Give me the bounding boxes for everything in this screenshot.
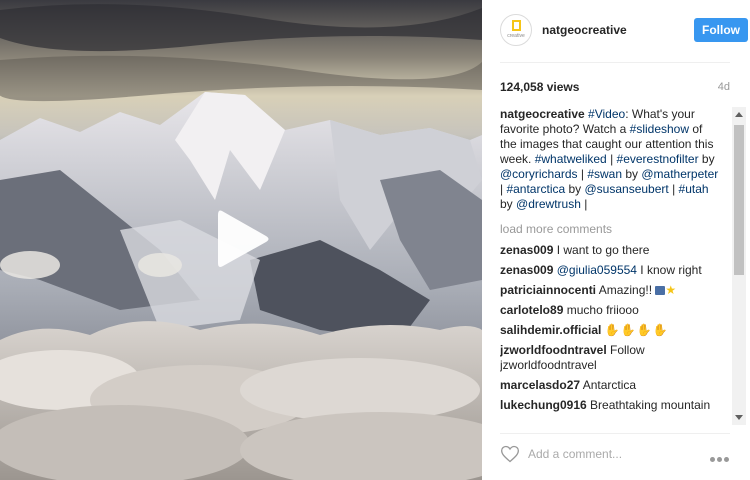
post-header: creative natgeocreative Follow: [500, 14, 748, 48]
comment-item: patriciainnocenti Amazing!! ★: [500, 283, 722, 298]
load-more-comments-link[interactable]: load more comments: [500, 222, 722, 237]
scroll-up-icon[interactable]: [735, 112, 743, 117]
caption-link[interactable]: @susanseubert: [585, 182, 669, 196]
caption-text: by: [565, 182, 585, 196]
avatar-label: creative: [507, 33, 525, 39]
caption-text: |: [577, 167, 588, 181]
comments-scrollbar[interactable]: [732, 107, 746, 425]
scrollbar-thumb[interactable]: [734, 125, 744, 275]
caption-link[interactable]: #slideshow: [630, 122, 689, 136]
avatar[interactable]: creative: [500, 14, 532, 46]
play-icon[interactable]: [214, 209, 274, 269]
comment-item: salihdemir.official ✋✋✋✋: [500, 323, 722, 338]
comment-item: jzworldfoodntravel Follow jzworldfoodntr…: [500, 343, 722, 373]
comment-item: lukechung0916 Breathtaking mountain: [500, 398, 722, 413]
caption-username[interactable]: natgeocreative: [500, 107, 585, 121]
view-count: 124,058 views: [500, 80, 580, 94]
post-details-panel: creative natgeocreative Follow 124,058 v…: [482, 0, 750, 480]
comment-username[interactable]: patriciainnocenti: [500, 283, 596, 297]
post-age[interactable]: 4d: [718, 81, 730, 93]
comment-username[interactable]: carlotelo89: [500, 303, 563, 317]
comment-mention-link[interactable]: @giulia059554: [557, 263, 637, 277]
star-emoji-icon: ★: [665, 283, 677, 297]
caption-link[interactable]: @matherpeter: [641, 167, 718, 181]
caption-text: by: [500, 197, 517, 211]
comments: zenas009 I want to go there zenas009 @giu…: [500, 243, 722, 413]
scroll-down-icon[interactable]: [735, 415, 743, 420]
caption-text: |: [580, 197, 588, 211]
follow-button[interactable]: Follow: [694, 18, 748, 42]
caption-link[interactable]: #antarctica: [506, 182, 565, 196]
comment-item: zenas009 @giulia059554 I know right: [500, 263, 722, 278]
caption-text: |: [606, 152, 617, 166]
comment-username[interactable]: lukechung0916: [500, 398, 587, 412]
comment-username[interactable]: jzworldfoodntravel: [500, 343, 607, 357]
comment-text: mucho friiooo: [566, 303, 639, 317]
comment-username[interactable]: salihdemir.official: [500, 323, 601, 337]
comment-username[interactable]: zenas009: [500, 263, 553, 277]
comment-item: marcelasdo27 Antarctica: [500, 378, 722, 393]
caption-link[interactable]: @coryrichards: [500, 167, 578, 181]
natgeo-logo-icon: [512, 20, 521, 31]
comment-item: zenas009 I want to go there: [500, 243, 722, 258]
comment-username[interactable]: marcelasdo27: [500, 378, 580, 392]
caption-link[interactable]: #everestnofilter: [617, 152, 699, 166]
comment-username[interactable]: zenas009: [500, 243, 553, 257]
add-comment-input[interactable]: [528, 446, 678, 462]
caption-link[interactable]: #utah: [679, 182, 709, 196]
comment-text: I know right: [636, 263, 702, 277]
caption-text: |: [668, 182, 679, 196]
caption-link[interactable]: #swan: [587, 167, 622, 181]
comments-list[interactable]: natgeocreative #Video: What's your favor…: [500, 107, 722, 425]
footer-divider: [500, 433, 730, 434]
more-options-icon[interactable]: [710, 449, 732, 462]
username-link[interactable]: natgeocreative: [542, 23, 627, 37]
photo-emoji-icon: [655, 286, 666, 295]
comment-text: Breathtaking mountain: [590, 398, 711, 412]
comment-text: I want to go there: [556, 243, 650, 257]
caption-link[interactable]: @drewtrush: [516, 197, 581, 211]
comment-item: carlotelo89 mucho friiooo: [500, 303, 722, 318]
caption-text: by: [622, 167, 642, 181]
thumbs-up-emoji-icon: ✋✋✋✋: [604, 323, 669, 337]
heart-icon[interactable]: [500, 444, 520, 464]
post-caption: natgeocreative #Video: What's your favor…: [500, 107, 722, 212]
video-media[interactable]: [0, 0, 482, 480]
header-divider: [500, 62, 730, 63]
caption-link[interactable]: #Video: [588, 107, 625, 121]
caption-text: by: [698, 152, 715, 166]
caption-link[interactable]: #whatweliked: [535, 152, 607, 166]
comment-text: Amazing!!: [598, 283, 656, 297]
comment-text: Antarctica: [582, 378, 637, 392]
